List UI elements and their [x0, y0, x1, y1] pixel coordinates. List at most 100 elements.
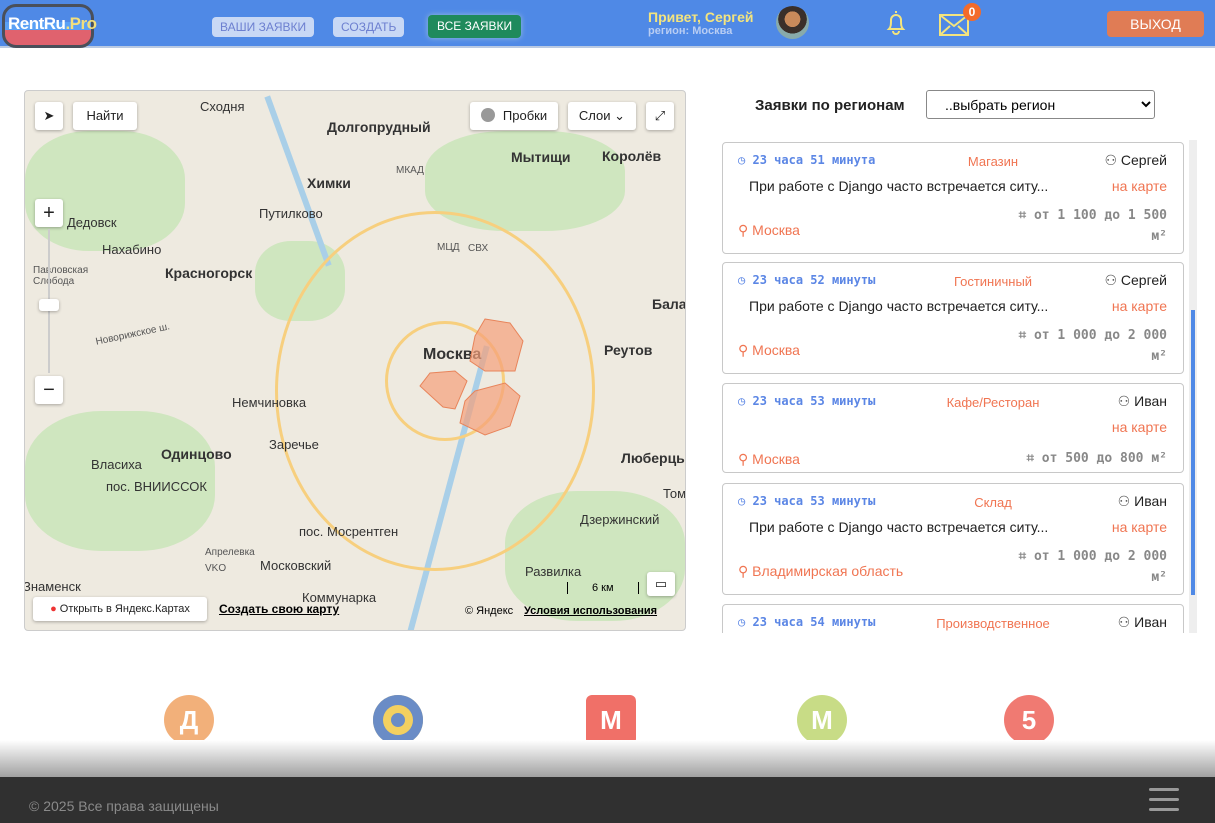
region-polygons[interactable] — [415, 311, 555, 441]
open-yandex-label: Открыть в Яндекс.Картах — [59, 603, 190, 615]
partner-logo[interactable] — [373, 695, 423, 745]
request-text[interactable]: При работе с Django часто встречается си… — [749, 178, 1048, 194]
partner-logo-letter: Д — [179, 705, 199, 735]
area-unit: м² — [1151, 349, 1167, 364]
area-range: от 1 000 до 2 000 — [1033, 549, 1167, 564]
request-text[interactable]: При работе с Django часто встречается си… — [749, 298, 1048, 314]
time-ago: ◷ 23 часа 53 минуты — [738, 394, 875, 408]
author-name: Сергей — [1120, 152, 1167, 168]
request-card[interactable]: ◷ 23 часа 53 минуты Склад ⚇ Иван При рабо… — [722, 483, 1184, 595]
zoom-handle[interactable] — [39, 299, 59, 311]
area-unit: м² — [1151, 570, 1167, 585]
on-map-link[interactable]: на карте — [1112, 419, 1167, 435]
area-icon: ⌗ — [1018, 208, 1027, 223]
logo[interactable]: RentRu.Pro — [0, 0, 100, 48]
category: Производственное — [936, 616, 1050, 631]
map-label: Апрелевка — [205, 547, 255, 558]
city: ⚲ Москва — [738, 222, 800, 239]
zoom-in-button[interactable]: + — [35, 199, 63, 227]
geolocation-button[interactable]: ➤ — [35, 102, 63, 130]
menu-icon[interactable] — [1149, 788, 1179, 818]
partner-logo[interactable]: Д — [164, 695, 214, 745]
partner-logo[interactable]: М — [797, 695, 847, 745]
city-name: Владимирская область — [752, 563, 904, 579]
map-label: Заречье — [269, 437, 319, 452]
fullscreen-button[interactable]: ⤢ — [646, 102, 674, 130]
create-map-link[interactable]: Создать свою карту — [219, 602, 339, 616]
footer: © 2025 Все права защищены — [0, 777, 1215, 823]
map-label: Люберцы — [621, 450, 686, 466]
request-card[interactable]: ◷ 23 часа 53 минуты Кафе/Ресторан ⚇ Иван… — [722, 383, 1184, 473]
location-pin-icon: ⚲ — [738, 342, 749, 358]
on-map-link[interactable]: на карте — [1112, 298, 1167, 314]
area: ⌗ от 1 100 до 1 500 м² — [997, 205, 1167, 247]
time-ago: ◷ 23 часа 52 минуты — [738, 273, 875, 287]
user-icon: ⚇ — [1104, 152, 1118, 168]
request-card[interactable]: ◷ 23 часа 51 минута Магазин ⚇ Сергей При … — [722, 142, 1184, 254]
open-yandex-maps-link[interactable]: ● Открыть в Яндекс.Картах — [33, 597, 207, 621]
area-icon: ⌗ — [1026, 451, 1034, 466]
location-pin-icon: ⚲ — [738, 451, 749, 467]
map-label: Павловская Слобода — [33, 265, 89, 287]
area-range: от 1 100 до 1 500 — [1033, 208, 1167, 223]
layers-label: Слои — [578, 108, 611, 123]
partner-logo-letter: М — [811, 705, 833, 735]
city-name: Москва — [752, 342, 800, 358]
on-map-link[interactable]: на карте — [1112, 519, 1167, 535]
partner-logo[interactable]: М — [586, 695, 636, 745]
author-name: Иван — [1134, 493, 1167, 509]
request-card[interactable]: ◷ 23 часа 52 минуты Гостиничный ⚇ Сергей… — [722, 262, 1184, 374]
find-button[interactable]: Найти — [73, 102, 137, 130]
terms-link[interactable]: Условия использования — [524, 605, 657, 617]
traffic-label: Пробки — [502, 108, 548, 123]
traffic-icon — [480, 108, 495, 122]
area-unit: м² — [1151, 229, 1167, 244]
area: ⌗ от 1 000 до 2 000 м² — [997, 546, 1167, 588]
greeting: Привет, Сергей — [648, 9, 754, 25]
map-label: Знаменск — [24, 579, 81, 594]
region-select[interactable]: ..выбрать регион — [926, 90, 1155, 119]
partner-logo-letter: М — [600, 705, 622, 735]
map-label: пос. Мосрентген — [299, 524, 399, 539]
nav-my-requests[interactable]: Ваши заявки — [212, 17, 315, 37]
time-ago: ◷ 23 часа 53 минуты — [738, 494, 875, 508]
user-icon: ⚇ — [1104, 272, 1118, 288]
request-card[interactable]: ◷ 23 часа 54 минуты Производственное ⚇ И… — [722, 604, 1184, 633]
map-label: пос. ВНИИССОК — [106, 479, 207, 494]
traffic-button[interactable]: Пробки — [470, 102, 558, 130]
time-text: 23 часа 51 минута — [752, 153, 876, 167]
request-text[interactable]: При работе с Django часто встречается си… — [749, 519, 1048, 535]
zoom-out-button[interactable]: − — [35, 376, 63, 404]
panel-title: Заявки по регионам — [755, 97, 905, 114]
clock-icon: ◷ — [738, 273, 746, 287]
partner-logo[interactable]: 5 — [1004, 695, 1054, 745]
logo-text: RentRu — [8, 14, 66, 33]
on-map-link[interactable]: на карте — [1112, 178, 1167, 194]
map-label: Королёв — [602, 148, 662, 164]
map-label: Нахабино — [102, 242, 162, 257]
user-icon: ⚇ — [1117, 393, 1131, 409]
map-label: Сходня — [200, 99, 245, 114]
map-label: Реутов — [604, 342, 653, 358]
user-icon: ⚇ — [1117, 493, 1131, 509]
area-range: от 500 до 800 — [1041, 451, 1144, 466]
map[interactable]: Сходня Долгопрудный Мытищи Королёв Химки… — [24, 90, 686, 631]
bell-icon[interactable] — [884, 9, 908, 37]
author: ⚇ Сергей — [1104, 272, 1167, 289]
map-label: Бала — [652, 296, 686, 312]
time-text: 23 часа 53 минуты — [752, 494, 876, 508]
map-label: СВХ — [468, 243, 489, 254]
nav-create[interactable]: Создать — [333, 17, 405, 37]
avatar[interactable] — [776, 6, 809, 39]
time-text: 23 часа 54 минуты — [752, 615, 876, 629]
layers-button[interactable]: Слои ⌄ — [568, 102, 636, 130]
area-icon: ⌗ — [1018, 549, 1027, 564]
user-region: регион: Москва — [648, 25, 733, 37]
ruler-button[interactable]: ▭ — [647, 572, 675, 596]
logout-button[interactable]: ВЫХОД — [1107, 11, 1204, 37]
map-label: Дедовск — [67, 215, 117, 230]
area: ⌗ от 1 000 до 2 000 м² — [997, 325, 1167, 367]
nav-all-requests[interactable]: Все заявки — [428, 15, 522, 38]
author: ⚇ Сергей — [1104, 152, 1167, 169]
location-pin-icon: ⚲ — [738, 563, 749, 579]
